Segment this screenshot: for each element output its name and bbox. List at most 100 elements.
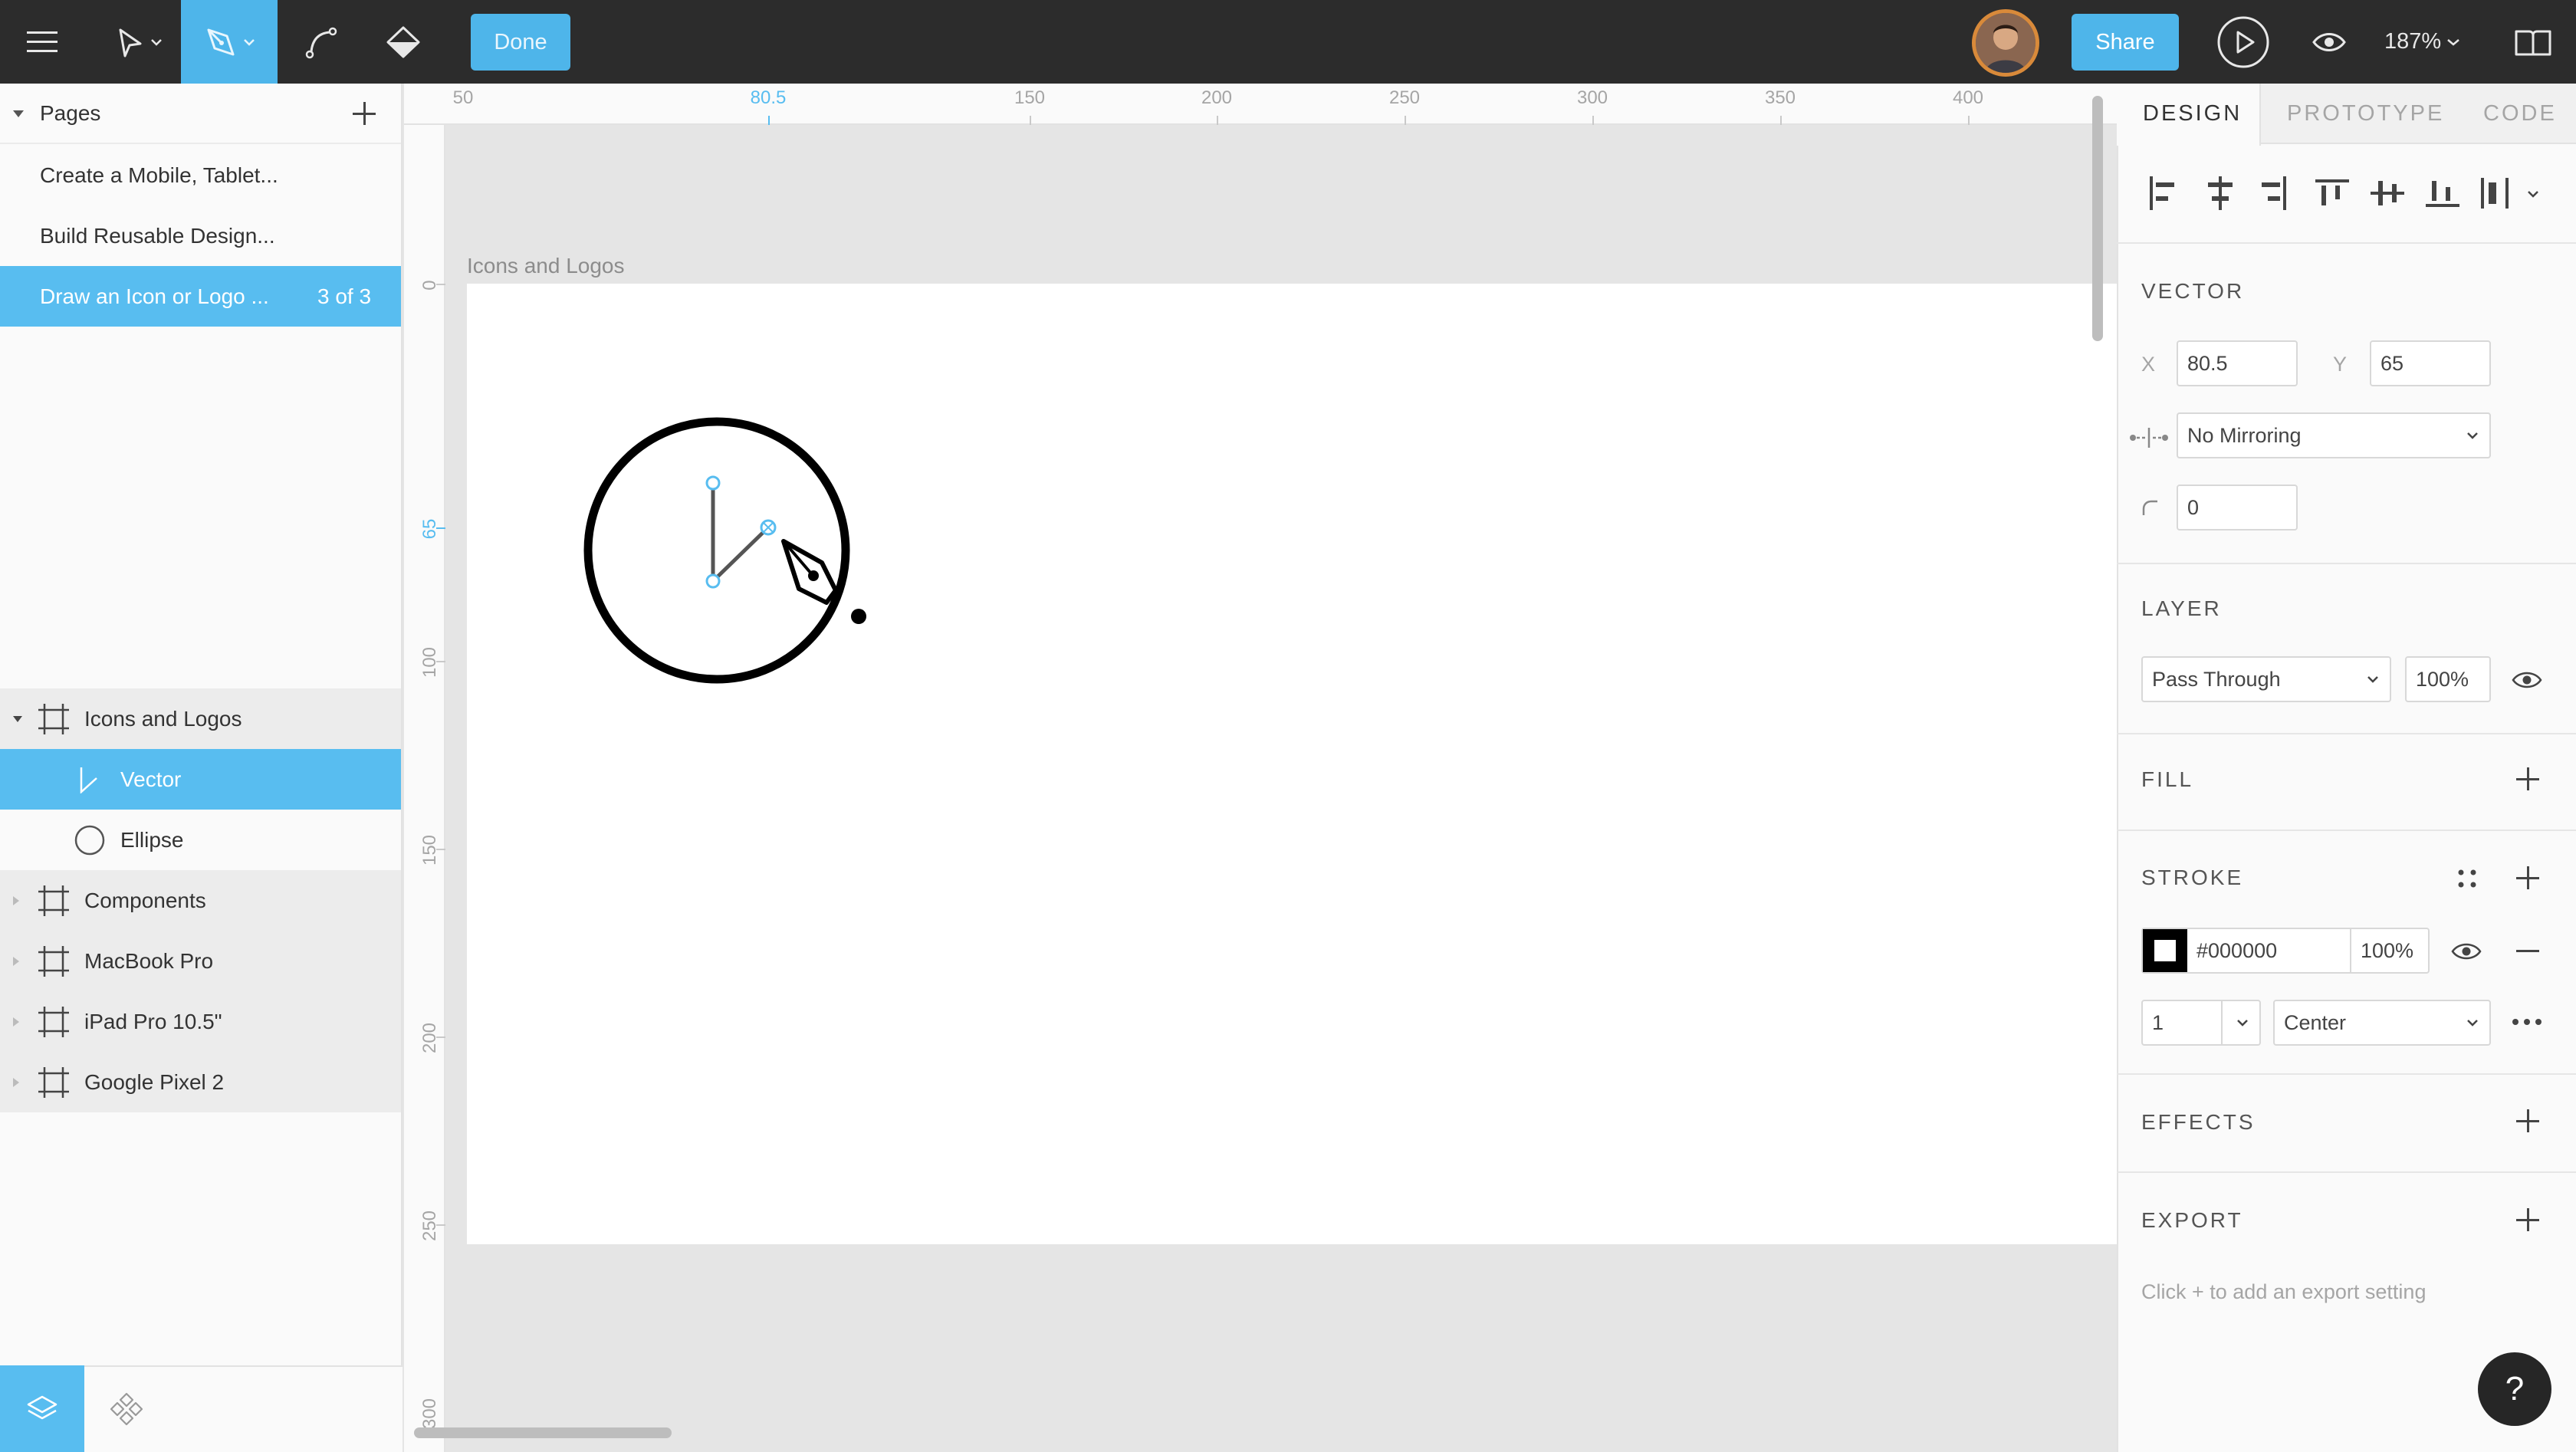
caret-right-icon[interactable] <box>12 991 20 1052</box>
layer-label: Components <box>84 888 206 912</box>
align-top-icon[interactable] <box>2315 179 2349 205</box>
chevron-down-icon <box>244 38 255 46</box>
corner-radius-input[interactable]: 0 <box>2177 485 2298 531</box>
bend-tool-button[interactable] <box>284 0 357 84</box>
layer-frame-components[interactable]: Components <box>0 870 401 931</box>
zoom-level: 187% <box>2384 29 2442 54</box>
x-position-value: 80.5 <box>2187 351 2228 375</box>
layer-frame-macbook-pro[interactable]: MacBook Pro <box>0 931 401 991</box>
done-button[interactable]: Done <box>471 14 570 71</box>
align-center-vertical-icon[interactable] <box>2371 181 2404 205</box>
add-page-icon[interactable] <box>353 102 376 125</box>
blend-mode-select[interactable]: Pass Through <box>2141 656 2391 702</box>
section-title-export: EXPORT <box>2141 1208 2243 1232</box>
stroke-weight-input[interactable]: 1 <box>2141 1000 2261 1046</box>
zoom-level-dropdown[interactable]: 187% <box>2384 0 2459 84</box>
add-stroke-icon[interactable] <box>2516 866 2539 889</box>
caret-right-icon[interactable] <box>12 1052 20 1112</box>
help-button[interactable]: ? <box>2478 1352 2551 1426</box>
paint-bucket-icon <box>386 26 420 57</box>
mirroring-select[interactable]: No Mirroring <box>2177 412 2491 458</box>
drawing-layer[interactable] <box>567 406 889 698</box>
caret-down-icon[interactable] <box>12 109 25 118</box>
x-position-input[interactable]: 80.5 <box>2177 340 2298 386</box>
eye-icon[interactable] <box>2512 670 2542 690</box>
align-right-icon[interactable] <box>2262 176 2286 210</box>
blend-mode-value: Pass Through <box>2152 667 2281 691</box>
align-left-icon[interactable] <box>2150 176 2174 210</box>
page-item[interactable]: Create a Mobile, Tablet... <box>0 145 401 205</box>
frame-icon <box>37 688 71 749</box>
play-prototype-button[interactable] <box>2211 0 2275 84</box>
paint-bucket-tool-button[interactable] <box>366 0 440 84</box>
layer-label: Icons and Logos <box>84 706 242 731</box>
layers-tab[interactable] <box>0 1365 84 1452</box>
chevron-down-icon[interactable] <box>2528 191 2538 198</box>
page-item[interactable]: Build Reusable Design... <box>0 205 401 266</box>
section-title-vector: VECTOR <box>2141 279 2245 303</box>
caret-right-icon[interactable] <box>12 870 20 931</box>
corner-radius-value: 0 <box>2187 495 2200 519</box>
caret-right-icon[interactable] <box>12 931 20 991</box>
stroke-color-input[interactable]: #000000 100% <box>2141 928 2430 974</box>
frame-title[interactable]: Icons and Logos <box>467 254 625 278</box>
chevron-down-icon[interactable] <box>2236 1001 2249 1044</box>
layer-opacity-input[interactable]: 100% <box>2405 656 2491 702</box>
more-options-icon[interactable] <box>2512 1017 2542 1027</box>
layer-ellipse[interactable]: Ellipse <box>0 810 401 870</box>
ruler-label: 0 <box>419 280 440 291</box>
tab-design[interactable]: DESIGN <box>2143 84 2242 144</box>
bend-icon <box>305 27 337 58</box>
vertical-scrollbar[interactable] <box>2092 96 2103 341</box>
ruler-label: 100 <box>419 646 440 678</box>
ruler-tick <box>1780 116 1782 125</box>
components-icon <box>110 1392 143 1425</box>
layer-vector[interactable]: Vector <box>0 749 401 810</box>
y-position-input[interactable]: 65 <box>2370 340 2491 386</box>
ellipse-shape[interactable] <box>583 417 850 684</box>
tab-code[interactable]: CODE <box>2483 84 2557 144</box>
add-effect-icon[interactable] <box>2516 1109 2539 1132</box>
vector-node[interactable] <box>705 573 721 589</box>
eye-icon <box>2312 32 2346 51</box>
pen-tool-button[interactable] <box>181 0 278 84</box>
tab-prototype[interactable]: PROTOTYPE <box>2287 84 2444 144</box>
learn-book-button[interactable] <box>2505 0 2561 84</box>
ellipse-icon <box>74 810 106 870</box>
vector-path[interactable] <box>711 483 770 586</box>
stroke-align-select[interactable]: Center <box>2273 1000 2491 1046</box>
layer-opacity-value: 100% <box>2416 667 2469 691</box>
assets-tab[interactable] <box>84 1365 169 1452</box>
caret-down-icon[interactable] <box>12 688 23 749</box>
avatar[interactable] <box>1972 9 2039 77</box>
share-button[interactable]: Share <box>2072 14 2179 71</box>
layer-frame-icons-and-logos[interactable]: Icons and Logos <box>0 688 401 749</box>
page-item-selected[interactable]: Draw an Icon or Logo ... 3 of 3 <box>0 266 401 327</box>
divider <box>2117 829 2576 831</box>
stroke-color-swatch[interactable] <box>2143 929 2187 972</box>
preview-eye-button[interactable] <box>2305 0 2354 84</box>
eye-icon[interactable] <box>2451 941 2482 961</box>
section-title-fill: FILL <box>2141 767 2194 791</box>
align-center-horizontal-icon[interactable] <box>2208 176 2233 210</box>
add-export-icon[interactable] <box>2516 1208 2539 1231</box>
ruler-tick <box>1030 116 1031 125</box>
page-item-label: Create a Mobile, Tablet... <box>40 163 278 187</box>
section-title-stroke: STROKE <box>2141 866 2244 889</box>
ruler-label: 200 <box>1201 87 1233 108</box>
distribute-icon[interactable] <box>2481 178 2509 209</box>
ruler-vertical: 0 65 100 150 200 250 300 <box>404 125 445 1452</box>
ruler-label-highlight: 65 <box>419 518 440 540</box>
x-label: X <box>2141 353 2156 376</box>
align-bottom-icon[interactable] <box>2426 181 2459 207</box>
add-fill-icon[interactable] <box>2516 767 2539 790</box>
stroke-weight-value: 1 <box>2152 1010 2164 1034</box>
move-tool-button[interactable] <box>100 0 176 84</box>
layer-frame-ipad-pro[interactable]: iPad Pro 10.5" <box>0 991 401 1052</box>
menu-icon[interactable] <box>15 0 69 84</box>
vector-node[interactable] <box>705 475 721 491</box>
horizontal-scrollbar[interactable] <box>414 1427 672 1438</box>
layer-frame-google-pixel[interactable]: Google Pixel 2 <box>0 1052 401 1112</box>
remove-stroke-icon[interactable] <box>2516 950 2539 952</box>
stroke-settings-grid-icon[interactable] <box>2456 868 2478 889</box>
